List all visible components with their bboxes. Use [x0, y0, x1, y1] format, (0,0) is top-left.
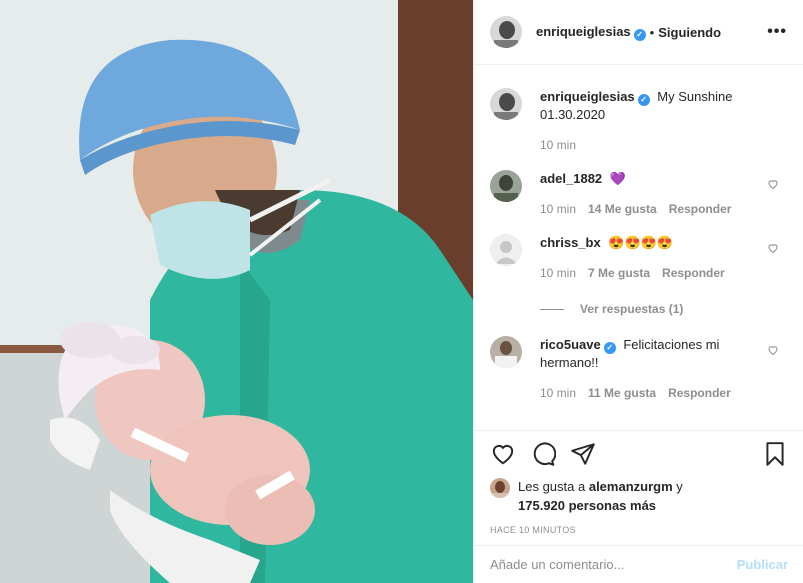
- comment-input[interactable]: [490, 557, 737, 572]
- publish-button[interactable]: Publicar: [737, 557, 788, 572]
- caption-username-text: enriqueiglesias: [540, 89, 635, 104]
- caption-line-1: My Sunshine: [657, 89, 733, 104]
- photo-illustration: [0, 0, 473, 583]
- following-button[interactable]: Siguiendo: [658, 25, 721, 40]
- bookmark-icon[interactable]: [762, 441, 788, 467]
- author-avatar[interactable]: [490, 16, 522, 48]
- liker-avatar[interactable]: [490, 478, 510, 498]
- comment-likes[interactable]: 7 Me gusta: [588, 266, 650, 280]
- caption-text: enriqueiglesias ✓ My Sunshine 01.30.2020: [540, 88, 763, 124]
- comment-meta: 10 min 7 Me gusta Responder: [540, 266, 763, 280]
- comments-list[interactable]: enriqueiglesias ✓ My Sunshine 01.30.2020 …: [474, 65, 803, 429]
- comment-likes[interactable]: 11 Me gusta: [588, 386, 656, 400]
- caption-username[interactable]: enriqueiglesias ✓: [540, 89, 650, 106]
- comment-body: adel_1882 💜 10 min 14 Me gusta Responder: [540, 170, 787, 216]
- comment-body: chriss_bx 😍😍😍😍 10 min 7 Me gusta Respond…: [540, 234, 787, 280]
- comment: rico5uave ✓ Felicitaciones mi hermano!! 1…: [490, 336, 787, 400]
- comment-meta: 10 min 14 Me gusta Responder: [540, 202, 763, 216]
- caption-line-2: 01.30.2020: [540, 107, 606, 122]
- comment-time[interactable]: 10 min: [540, 266, 576, 280]
- post-photo[interactable]: [0, 0, 473, 583]
- likes-count[interactable]: 175.920 personas más: [518, 498, 656, 513]
- comment-text: chriss_bx 😍😍😍😍: [540, 234, 763, 252]
- post-actions-area: Les gusta a alemanzurgm y 175.920 person…: [474, 430, 803, 535]
- comment-meta: 10 min 11 Me gusta Responder: [540, 386, 763, 400]
- post-side-panel: enriqueiglesias ✓ • Siguiendo ••• enrique…: [473, 0, 803, 583]
- commenter-avatar[interactable]: [490, 234, 522, 266]
- comment-text: rico5uave ✓ Felicitaciones mi hermano!!: [540, 336, 763, 372]
- comment-icon[interactable]: [530, 441, 556, 467]
- reply-button[interactable]: Responder: [669, 202, 732, 216]
- comment-username-text: rico5uave: [540, 337, 601, 352]
- like-comment-icon[interactable]: [767, 242, 779, 254]
- comment: chriss_bx 😍😍😍😍 10 min 7 Me gusta Respond…: [490, 234, 787, 280]
- caption: enriqueiglesias ✓ My Sunshine 01.30.2020 …: [490, 88, 787, 152]
- comment-username[interactable]: chriss_bx: [540, 235, 601, 250]
- comment-username[interactable]: adel_1882: [540, 171, 602, 186]
- verified-badge-icon: ✓: [637, 94, 650, 106]
- view-replies[interactable]: Ver respuestas (1): [540, 302, 787, 316]
- reply-button[interactable]: Responder: [668, 386, 731, 400]
- comment-likes[interactable]: 14 Me gusta: [588, 202, 657, 216]
- author-username-text: enriqueiglesias: [536, 23, 631, 39]
- likes-text: Les gusta a alemanzurgm y 175.920 person…: [518, 477, 683, 515]
- post-header: enriqueiglesias ✓ • Siguiendo •••: [474, 0, 803, 65]
- heart-icon[interactable]: [490, 441, 516, 467]
- comment-body: rico5uave ✓ Felicitaciones mi hermano!! 1…: [540, 336, 787, 400]
- caption-avatar[interactable]: [490, 88, 522, 120]
- comment: adel_1882 💜 10 min 14 Me gusta Responder: [490, 170, 787, 216]
- share-icon[interactable]: [570, 441, 596, 467]
- verified-badge-icon: ✓: [633, 28, 646, 41]
- like-comment-icon[interactable]: [767, 178, 779, 190]
- post-timestamp[interactable]: HACE 10 MINUTOS: [474, 525, 803, 535]
- caption-meta: 10 min: [540, 138, 763, 152]
- action-bar: [474, 431, 803, 477]
- comment-text: adel_1882 💜: [540, 170, 763, 188]
- follow-separator: •: [649, 24, 655, 40]
- instagram-post: enriqueiglesias ✓ • Siguiendo ••• enrique…: [0, 0, 803, 583]
- more-options-icon[interactable]: •••: [767, 23, 787, 41]
- caption-body: enriqueiglesias ✓ My Sunshine 01.30.2020 …: [540, 88, 787, 152]
- comment-content: 😍😍😍😍: [608, 235, 674, 250]
- liker-username[interactable]: alemanzurgm: [589, 479, 673, 494]
- view-replies-label: Ver respuestas (1): [580, 302, 684, 316]
- commenter-avatar[interactable]: [490, 336, 522, 368]
- reply-button[interactable]: Responder: [662, 266, 725, 280]
- add-comment-bar: Publicar: [474, 545, 803, 583]
- likes-summary: Les gusta a alemanzurgm y 175.920 person…: [474, 477, 803, 515]
- verified-badge-icon: ✓: [603, 342, 616, 354]
- author-username[interactable]: enriqueiglesias ✓: [536, 24, 646, 41]
- replies-line: [540, 308, 564, 310]
- comment-username[interactable]: rico5uave ✓: [540, 337, 616, 354]
- commenter-avatar[interactable]: [490, 170, 522, 202]
- caption-time[interactable]: 10 min: [540, 138, 576, 152]
- likes-conjunction: y: [676, 479, 683, 494]
- comment-time[interactable]: 10 min: [540, 202, 576, 216]
- like-comment-icon[interactable]: [767, 344, 779, 356]
- comment-content: 💜: [609, 171, 626, 186]
- comment-time[interactable]: 10 min: [540, 386, 576, 400]
- likes-prefix: Les gusta a: [518, 479, 586, 494]
